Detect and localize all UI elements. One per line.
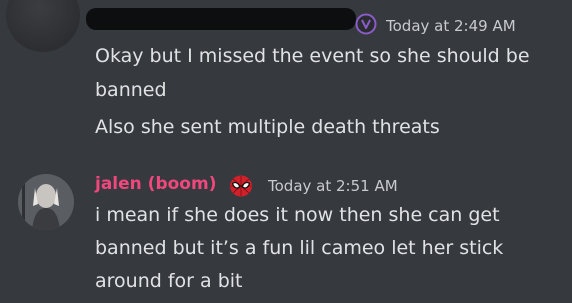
spiderman-badge-icon — [230, 175, 252, 197]
message-text-line: i mean if she does it now then she can g… — [95, 204, 500, 226]
message-text-line: banned but it’s a fun lil cameo let her … — [95, 237, 504, 259]
message-text-line: around for a bit — [95, 270, 243, 292]
role-badge-icon — [355, 13, 377, 35]
avatar[interactable] — [6, 0, 80, 52]
avatar[interactable] — [18, 174, 74, 230]
message-text-line: banned — [95, 79, 167, 101]
message-text-line: Also she sent multiple death threats — [95, 116, 440, 138]
avatar-image-icon — [18, 174, 74, 230]
timestamp[interactable]: Today at 2:51 AM — [268, 177, 398, 195]
redacted-username — [86, 8, 356, 30]
message-text-line: Okay but I missed the event so she shoul… — [95, 45, 530, 67]
username[interactable]: jalen (boom) — [95, 174, 216, 194]
chat-messages: Today at 2:49 AM Okay but I missed the e… — [0, 0, 572, 303]
timestamp[interactable]: Today at 2:49 AM — [386, 17, 516, 35]
